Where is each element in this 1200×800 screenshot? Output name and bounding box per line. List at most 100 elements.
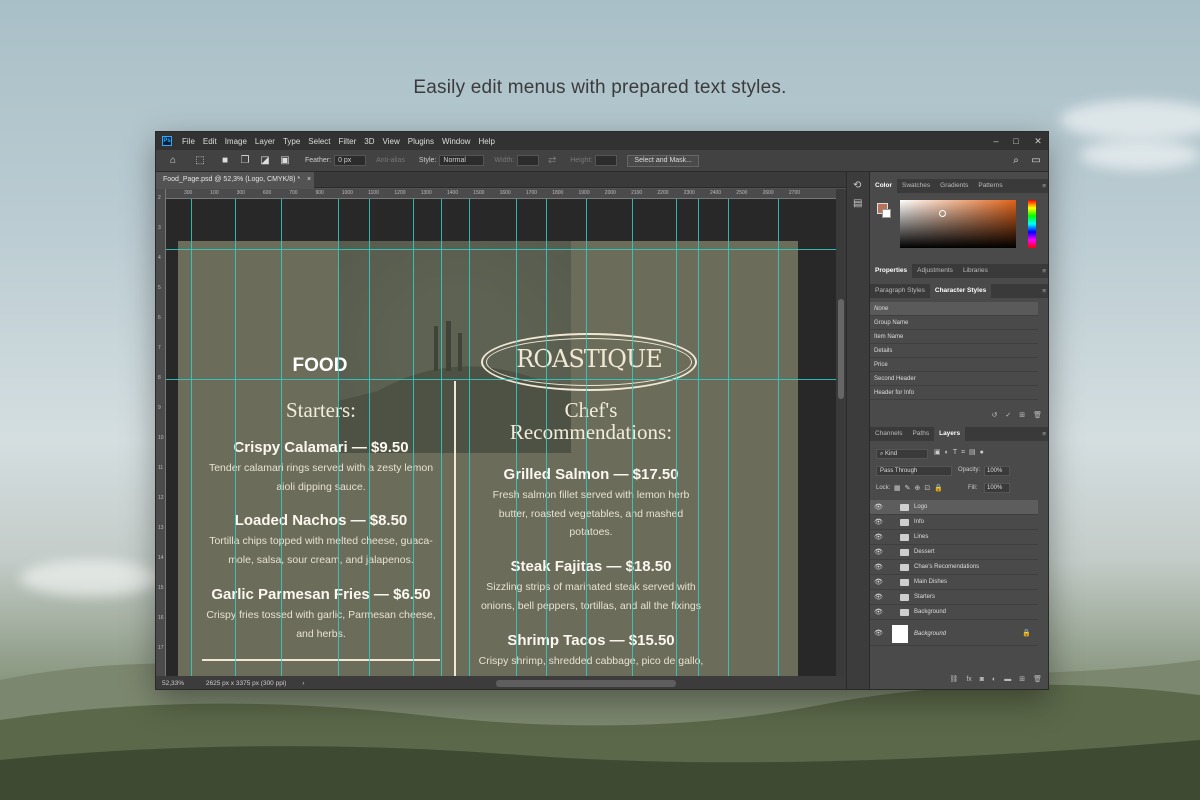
adjustment-icon[interactable]: ◐ (992, 676, 996, 683)
delete-layer-icon[interactable]: 🗑 (1033, 675, 1042, 683)
panel-menu-icon[interactable]: ≡ (1042, 431, 1048, 438)
guide-line[interactable] (469, 199, 470, 676)
guide-line[interactable] (441, 199, 442, 676)
home-icon[interactable]: ⌂ (166, 155, 180, 167)
canvas-area[interactable]: FOOD ROASTIQUE Starters: Crispy Calamari… (166, 199, 836, 676)
eye-icon[interactable]: 👁 (874, 545, 883, 560)
layer-row[interactable]: 👁 Starters (870, 590, 1038, 605)
new-layer-icon[interactable]: ⊞ (1019, 675, 1025, 683)
background-swatch[interactable] (882, 209, 891, 218)
eye-icon[interactable]: 👁 (874, 590, 883, 605)
style-item[interactable]: Details (870, 344, 1038, 358)
marquee-tool-icon[interactable]: ⬚ (193, 155, 207, 167)
tab-patterns[interactable]: Patterns (973, 179, 1007, 193)
menu-window[interactable]: Window (438, 137, 474, 146)
eye-icon[interactable]: 👁 (874, 530, 883, 545)
layer-row[interactable]: 👁 Chae's Recomendations (870, 560, 1038, 575)
tab-layers[interactable]: Layers (934, 427, 966, 441)
tab-channels[interactable]: Channels (870, 427, 907, 441)
guide-line[interactable] (778, 199, 779, 676)
comment-icon[interactable]: ▤ (853, 198, 862, 209)
guide-line[interactable] (369, 199, 370, 676)
layer-filter-select[interactable]: ⌕ Kind (876, 449, 928, 459)
layer-row[interactable]: 👁 Dessert (870, 545, 1038, 560)
link-icon[interactable]: ⛓ (949, 675, 958, 683)
tab-paragraph-styles[interactable]: Paragraph Styles (870, 284, 930, 298)
guide-line[interactable] (338, 199, 339, 676)
close-window-button[interactable]: ✕ (1028, 132, 1048, 150)
guide-line[interactable] (546, 199, 547, 676)
tab-character-styles[interactable]: Character Styles (929, 284, 992, 298)
intersect-selection-icon[interactable]: ▣ (278, 155, 292, 167)
menu-filter[interactable]: Filter (335, 137, 361, 146)
style-item[interactable]: Price (870, 358, 1038, 372)
guide-line[interactable] (632, 199, 633, 676)
layer-row[interactable]: 👁 Lines (870, 530, 1038, 545)
menu-edit[interactable]: Edit (199, 137, 221, 146)
color-picker-handle[interactable] (939, 210, 946, 217)
eye-icon[interactable]: 👁 (874, 560, 883, 575)
style-item[interactable]: Header for Info (870, 386, 1038, 400)
maximize-button[interactable]: □ (1006, 132, 1026, 150)
horizontal-scrollbar[interactable] (496, 680, 676, 687)
guide-line[interactable] (586, 199, 587, 676)
mask-icon[interactable]: ◙ (980, 676, 984, 683)
height-input[interactable] (595, 155, 618, 166)
anti-alias-checkbox[interactable]: Anti-alias (376, 157, 405, 164)
add-selection-icon[interactable]: ❐ (238, 155, 252, 167)
panel-menu-icon[interactable]: ≡ (1042, 288, 1048, 295)
tab-gradients[interactable]: Gradients (935, 179, 973, 193)
menu-select[interactable]: Select (304, 137, 334, 146)
eye-icon[interactable]: 👁 (874, 500, 883, 515)
tab-properties[interactable]: Properties (870, 264, 913, 278)
guide-line[interactable] (698, 199, 699, 676)
clear-override-icon[interactable]: ↺ (991, 411, 997, 419)
layer-row[interactable]: 👁 Main Dishes (870, 575, 1038, 590)
workspace-icon[interactable]: ▭ (1029, 155, 1043, 167)
menu-file[interactable]: File (178, 137, 199, 146)
select-and-mask-button[interactable]: Select and Mask... (627, 154, 700, 167)
vertical-scrollbar[interactable] (836, 189, 846, 676)
guide-line[interactable] (191, 199, 192, 676)
minimize-button[interactable]: – (986, 132, 1006, 150)
tab-libraries[interactable]: Libraries (958, 264, 993, 278)
menu-image[interactable]: Image (221, 137, 251, 146)
layer-row-logo[interactable]: 👁 Logo (870, 500, 1038, 515)
subtract-selection-icon[interactable]: ◪ (258, 155, 272, 167)
fx-icon[interactable]: fx (966, 676, 971, 683)
tab-color[interactable]: Color (870, 179, 897, 193)
blend-mode-select[interactable]: Pass Through (876, 466, 952, 476)
status-arrow-icon[interactable]: › (302, 680, 304, 687)
layer-row[interactable]: 👁 Info (870, 515, 1038, 530)
panel-menu-icon[interactable]: ≡ (1042, 183, 1048, 190)
guide-line[interactable] (413, 199, 414, 676)
panel-menu-icon[interactable]: ≡ (1042, 268, 1048, 275)
hue-slider[interactable] (1028, 200, 1036, 248)
opacity-input[interactable]: 100% (984, 466, 1010, 476)
menu-3d[interactable]: 3D (360, 137, 378, 146)
style-item[interactable]: Item Name (870, 330, 1038, 344)
feather-input[interactable]: 0 px (334, 155, 367, 166)
lock-icons[interactable]: ▦✎⊕⊡🔒 (894, 484, 947, 492)
commit-icon[interactable]: ✓ (1005, 411, 1011, 419)
search-icon[interactable]: ⌕ (1009, 155, 1023, 167)
color-field[interactable] (900, 200, 1016, 248)
menu-type[interactable]: Type (279, 137, 304, 146)
swap-icon[interactable]: ⇄ (545, 155, 559, 167)
layer-filter-icons[interactable]: ▣◐T⌗▤● (934, 448, 988, 457)
eye-icon[interactable]: 👁 (874, 622, 883, 646)
eye-icon[interactable]: 👁 (874, 515, 883, 530)
menu-document[interactable]: FOOD ROASTIQUE Starters: Crispy Calamari… (178, 241, 798, 676)
group-icon[interactable]: ▬ (1004, 676, 1011, 683)
eye-icon[interactable]: 👁 (874, 605, 883, 620)
new-style-icon[interactable]: ⊞ (1019, 411, 1025, 419)
close-tab-icon[interactable]: × (307, 176, 311, 183)
tab-swatches[interactable]: Swatches (897, 179, 935, 193)
style-item[interactable]: Second Header (870, 372, 1038, 386)
guide-line[interactable] (516, 199, 517, 676)
tab-paths[interactable]: Paths (907, 427, 934, 441)
history-icon[interactable]: ⟲ (853, 180, 861, 191)
guide-line[interactable] (235, 199, 236, 676)
style-select[interactable]: Normal (439, 155, 485, 166)
menu-plugins[interactable]: Plugins (404, 137, 438, 146)
